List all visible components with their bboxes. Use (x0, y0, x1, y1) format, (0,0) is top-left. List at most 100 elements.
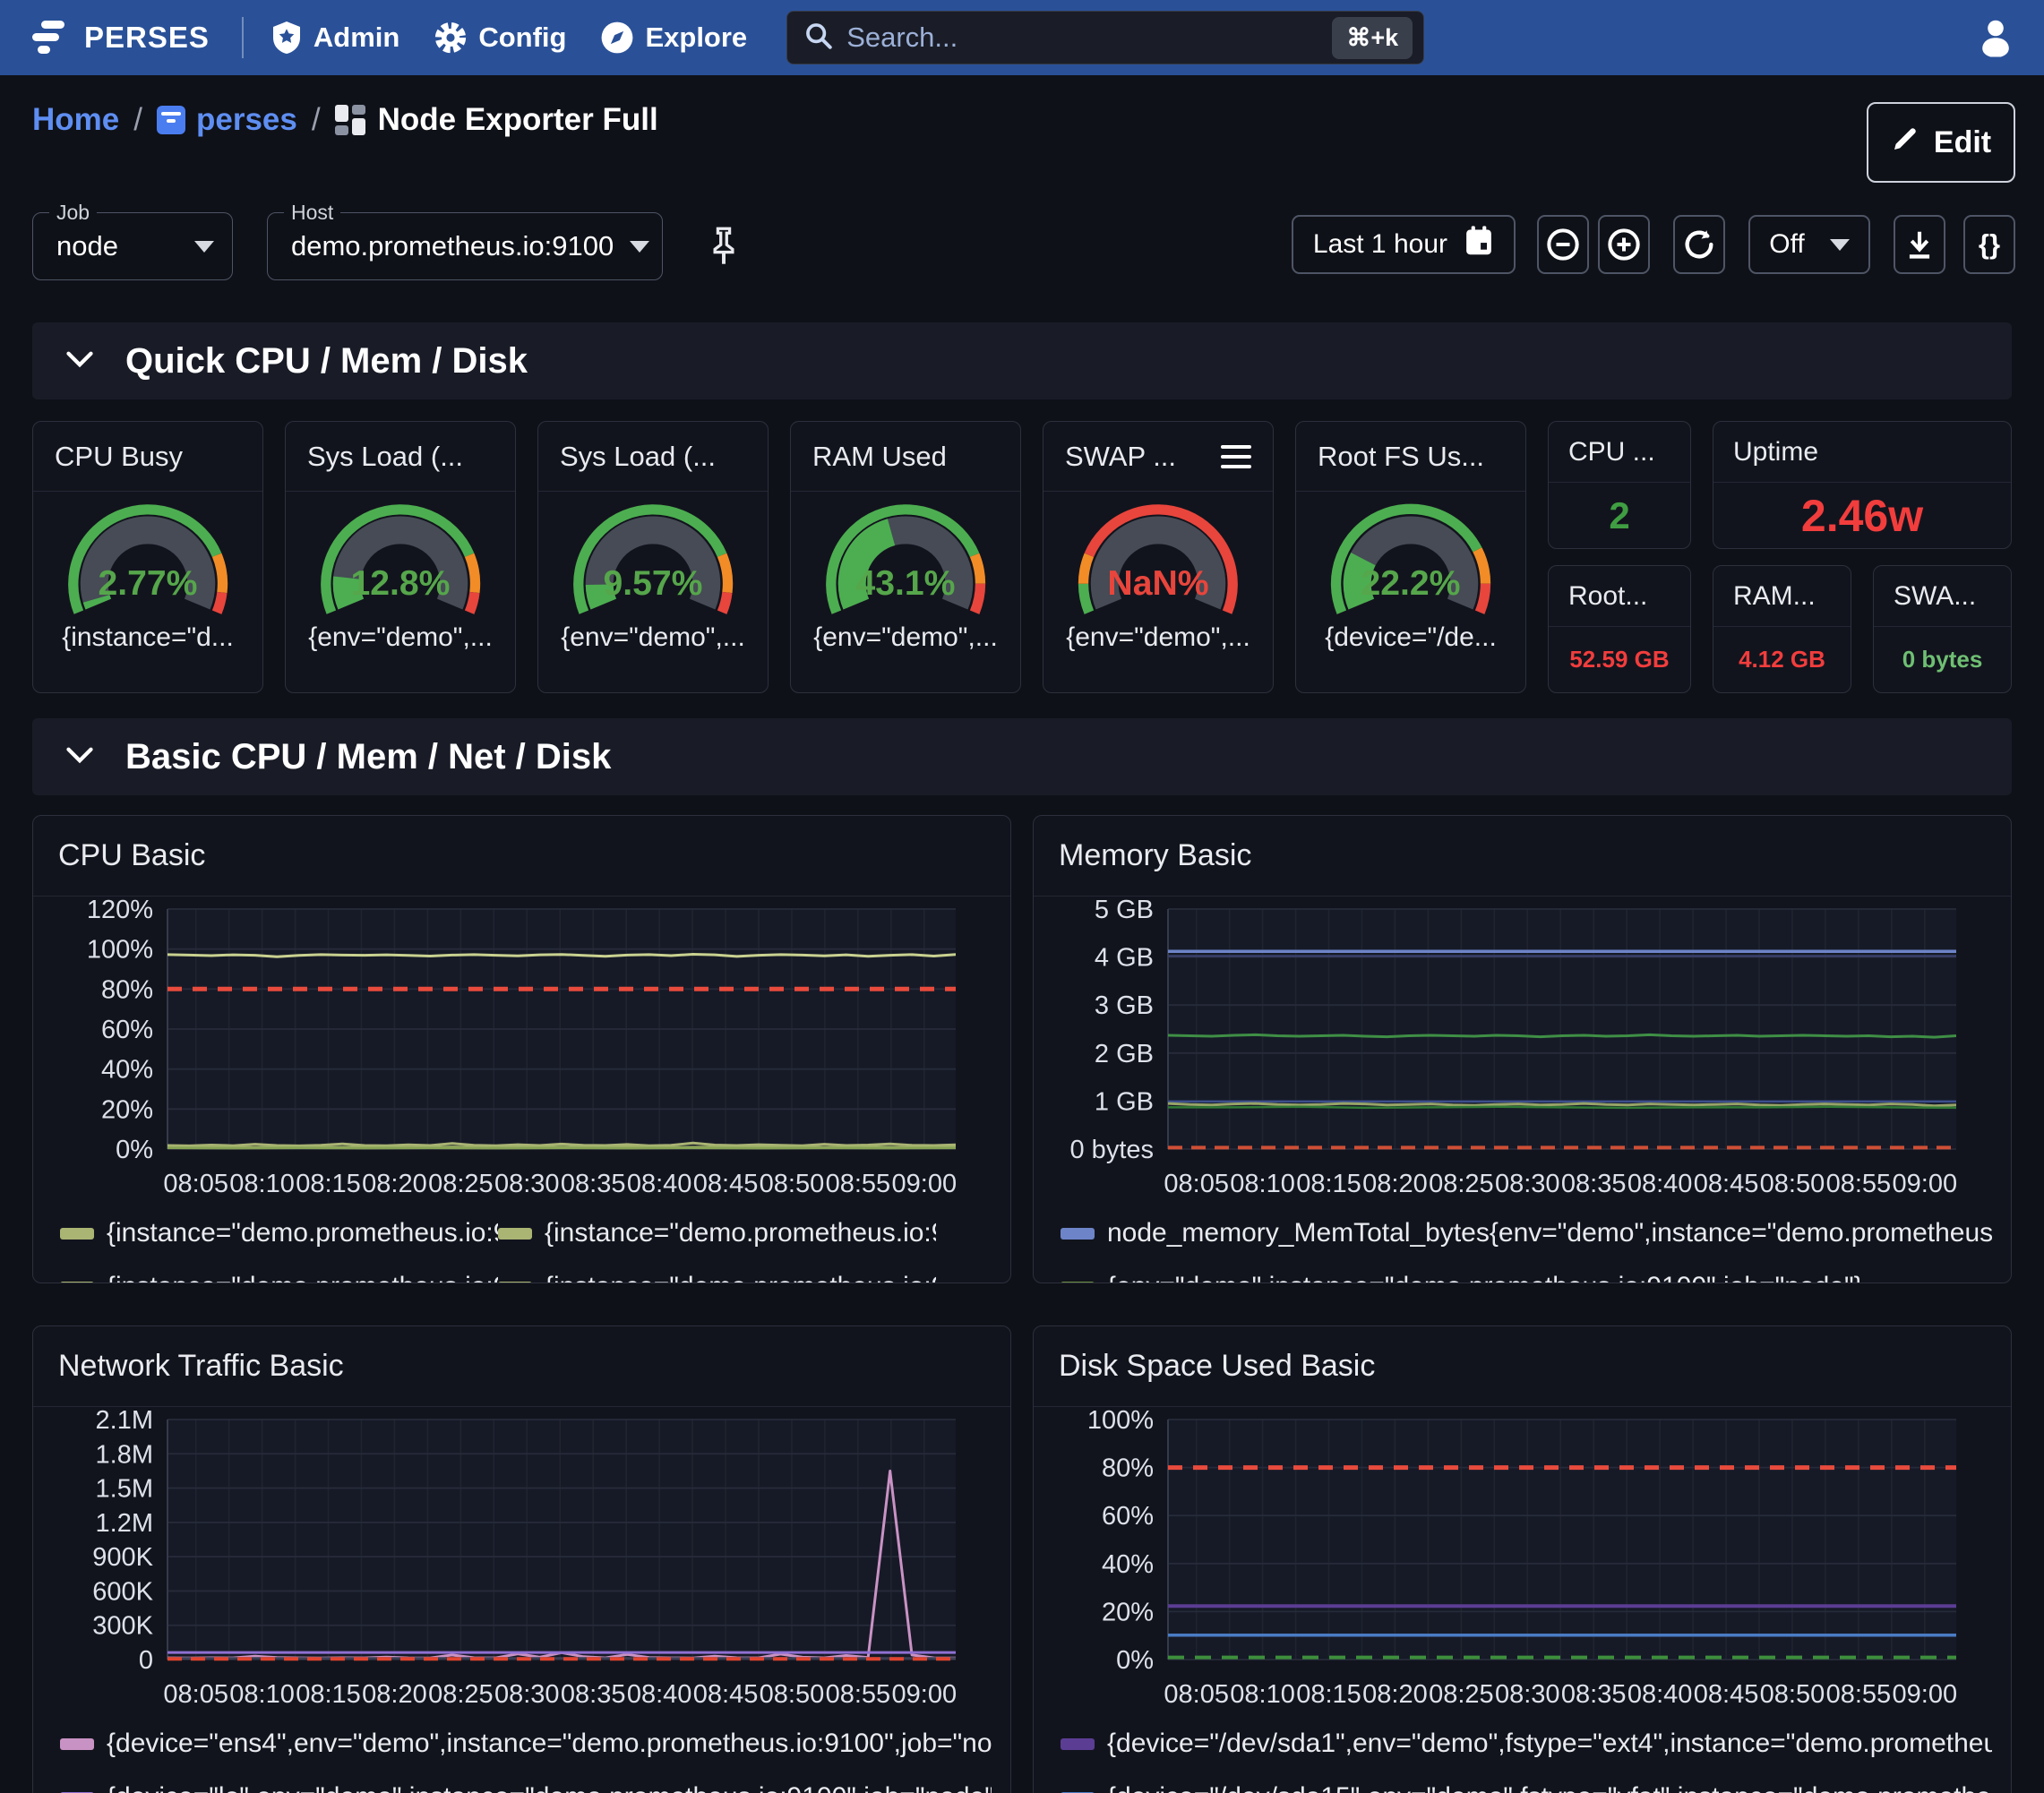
nav-item-config[interactable]: Config (434, 21, 566, 55)
legend-item[interactable]: {device="ens4",env="demo",instance="demo… (60, 1729, 992, 1759)
svg-text:20%: 20% (1102, 1598, 1154, 1626)
line-chart[interactable]: 0%20%40%60%80%100%08:0508:1008:1508:2008… (1034, 1407, 1988, 1712)
svg-text:08:05: 08:05 (163, 1170, 228, 1198)
svg-text:08:30: 08:30 (494, 1680, 560, 1709)
svg-text:08:25: 08:25 (1429, 1170, 1494, 1198)
zoom-out-button[interactable] (1537, 215, 1589, 274)
svg-text:08:15: 08:15 (1296, 1170, 1361, 1198)
zoom-in-button[interactable] (1598, 215, 1650, 274)
panel-title: Network Traffic Basic (58, 1349, 344, 1384)
download-button[interactable] (1894, 215, 1945, 274)
panel-uptime: Uptime 2.46w (1713, 421, 2012, 549)
legend-item[interactable]: {instance="demo.prometheus.io:9100"} (60, 1218, 498, 1248)
legend-item[interactable]: {instance="demo.prometheus.io:9100"} (498, 1218, 936, 1248)
time-range-value: Last 1 hour (1313, 229, 1447, 260)
pin-variables-button[interactable] (699, 221, 749, 271)
svg-text:0%: 0% (1116, 1646, 1154, 1675)
breadcrumb-home-link[interactable]: Home (32, 102, 119, 138)
panel-title: Memory Basic (1059, 838, 1251, 873)
section-header-basic[interactable]: Basic CPU / Mem / Net / Disk (32, 718, 2012, 795)
panel-title: Sys Load (... (307, 441, 463, 473)
host-select-label: Host (284, 201, 340, 225)
line-chart[interactable]: 0 bytes1 GB2 GB3 GB4 GB5 GB08:0508:1008:… (1034, 896, 1988, 1201)
svg-text:09:00: 09:00 (1893, 1680, 1958, 1709)
time-controls: Last 1 hour Off {} (1292, 215, 2015, 274)
refresh-button[interactable] (1673, 215, 1725, 274)
panel-title: Uptime (1713, 422, 2011, 483)
legend-item[interactable]: node_memory_MemTotal_bytes{env="demo",in… (1061, 1218, 1992, 1248)
svg-text:1.2M: 1.2M (96, 1509, 153, 1538)
svg-text:0 bytes: 0 bytes (1070, 1136, 1155, 1164)
svg-text:43.1%: 43.1% (855, 564, 955, 603)
svg-text:08:20: 08:20 (1362, 1170, 1428, 1198)
legend-item[interactable]: {instance="demo.prometheus.io:9100"} (498, 1272, 936, 1283)
panel-title: Disk Space Used Basic (1059, 1349, 1375, 1384)
perses-logo[interactable]: PERSES (30, 19, 210, 56)
svg-text:4 GB: 4 GB (1095, 944, 1154, 973)
svg-text:09:00: 09:00 (892, 1170, 958, 1198)
legend-item[interactable]: {env="demo",instance="demo.prometheus.io… (1061, 1272, 1992, 1283)
shield-star-icon (271, 20, 303, 56)
svg-text:100%: 100% (87, 936, 153, 965)
top-nav: PERSES Admin Config Explore Search... ⌘+… (0, 0, 2044, 75)
svg-text:08:35: 08:35 (1561, 1170, 1627, 1198)
legend-item[interactable]: {device="/dev/sda15",env="demo",fstype="… (1061, 1782, 1992, 1793)
collapse-chevron-icon[interactable] (66, 746, 93, 768)
panel-sys-load-5m: Sys Load (... 12.8% {env="demo",... (285, 421, 516, 693)
line-chart[interactable]: 0300K600K900K1.2M1.5M1.8M2.1M08:0508:100… (33, 1407, 988, 1712)
panel-disk-space-used-basic: Disk Space Used Basic 0%20%40%60%80%100%… (1033, 1325, 2012, 1793)
svg-text:08:30: 08:30 (494, 1170, 560, 1198)
panel-network-traffic-basic: Network Traffic Basic 0300K600K900K1.2M1… (32, 1325, 1011, 1793)
svg-text:08:40: 08:40 (627, 1170, 692, 1198)
refresh-interval-select[interactable]: Off (1748, 215, 1870, 274)
svg-text:08:15: 08:15 (296, 1680, 361, 1709)
time-range-picker[interactable]: Last 1 hour (1292, 215, 1516, 274)
user-avatar[interactable] (1974, 14, 2017, 62)
svg-text:08:10: 08:10 (229, 1170, 295, 1198)
section-header-quick[interactable]: Quick CPU / Mem / Disk (32, 322, 2012, 399)
edit-button[interactable]: Edit (1867, 102, 2015, 183)
svg-text:09:00: 09:00 (1893, 1170, 1958, 1198)
chevron-down-icon (194, 241, 214, 253)
legend-swatch (1061, 1228, 1095, 1240)
search-input[interactable]: Search... ⌘+k (786, 11, 1424, 64)
search-shortcut-badge: ⌘+k (1332, 17, 1413, 59)
host-select-value: demo.prometheus.io:9100 (291, 230, 614, 262)
svg-text:120%: 120% (87, 896, 153, 924)
gauge-chart: NaN% (1055, 502, 1261, 622)
panel-menu-icon[interactable] (1221, 445, 1251, 468)
job-select[interactable]: Job node (32, 212, 233, 280)
svg-text:08:50: 08:50 (760, 1170, 825, 1198)
svg-text:08:15: 08:15 (296, 1170, 361, 1198)
svg-text:0%: 0% (116, 1136, 153, 1164)
view-json-button[interactable]: {} (1963, 215, 2015, 274)
collapse-chevron-icon[interactable] (66, 350, 93, 373)
breadcrumb-project-link[interactable]: perses (157, 102, 297, 138)
gauge-chart: 9.57% (550, 502, 756, 622)
svg-text:12.8%: 12.8% (350, 564, 450, 603)
svg-text:08:20: 08:20 (362, 1680, 427, 1709)
svg-text:1.5M: 1.5M (96, 1475, 153, 1504)
svg-text:1.8M: 1.8M (96, 1440, 153, 1469)
svg-text:0: 0 (139, 1646, 153, 1675)
gauge-series-label: {env="demo",... (813, 622, 998, 653)
panel-title: Root FS Us... (1318, 441, 1484, 473)
svg-text:08:30: 08:30 (1495, 1680, 1560, 1709)
svg-text:2 GB: 2 GB (1095, 1040, 1154, 1068)
gauge-chart: 22.2% (1308, 502, 1514, 622)
breadcrumb: Home / perses / Node Exporter Full (32, 91, 2012, 149)
nav-item-admin[interactable]: Admin (271, 20, 399, 56)
svg-text:60%: 60% (1102, 1502, 1154, 1531)
legend-item[interactable]: {device="lo",env="demo",instance="demo.p… (60, 1782, 992, 1793)
refresh-interval-value: Off (1769, 229, 1804, 260)
legend-item[interactable]: {instance="demo.prometheus.io:9100"} (60, 1272, 498, 1283)
chart-legend: node_memory_MemTotal_bytes{env="demo",in… (1061, 1218, 2011, 1283)
line-chart[interactable]: 0%20%40%60%80%100%120%08:0508:1008:1508:… (33, 896, 988, 1201)
chart-row-top: CPU Basic 0%20%40%60%80%100%120%08:0508:… (32, 815, 2012, 1283)
legend-item[interactable]: {device="/dev/sda1",env="demo",fstype="e… (1061, 1729, 1992, 1759)
nav-item-explore[interactable]: Explore (600, 21, 747, 55)
panel-root-fs-used: Root FS Us... 22.2% {device="/de... (1295, 421, 1526, 693)
legend-swatch (498, 1282, 532, 1284)
nav-separator (242, 17, 244, 58)
host-select[interactable]: Host demo.prometheus.io:9100 (267, 212, 663, 280)
